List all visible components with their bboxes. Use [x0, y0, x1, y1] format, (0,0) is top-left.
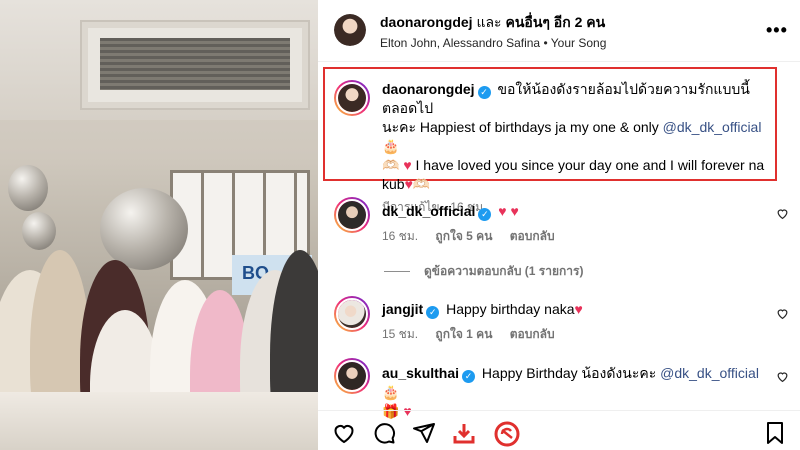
comment-meta: 15 ชม. ถูกใจ 1 คน ตอบกลับ: [382, 325, 762, 344]
view-replies-label: ดูข้อความตอบกลับ (1 รายการ): [424, 264, 584, 278]
share-send-icon[interactable]: [412, 421, 436, 445]
comment-time[interactable]: 16 ชม.: [382, 229, 418, 243]
caption-text-part3: I have loved you since your day one and …: [415, 157, 765, 173]
comment-item: dk_dk_official ✓ ♥ ♥ 16 ชม. ถูกใจ 5 คน ตอ…: [382, 202, 762, 246]
pink-heart-emoji: ♥: [403, 157, 412, 173]
comment-avatar[interactable]: [334, 358, 370, 394]
caption: daonarongdej ✓ ขอให้น้องดังรายล้อมไปด้วยค…: [382, 80, 782, 217]
header-title: daonarongdej และ คนอื่นๆ อีก 2 คน: [380, 12, 605, 34]
like-heart-icon[interactable]: [332, 421, 356, 445]
more-options-icon[interactable]: •••: [766, 20, 787, 40]
comment-meta: 16 ชม. ถูกใจ 5 คน ตอบกลับ: [382, 227, 762, 246]
comment-text: dk_dk_official ✓ ♥ ♥: [382, 202, 762, 221]
reply-button[interactable]: ตอบกลับ: [510, 229, 555, 243]
comment-item: jangjit ✓ Happy birthday naka♥ 15 ชม. ถูก…: [382, 300, 762, 344]
comment-likes[interactable]: ถูกใจ 5 คน: [435, 229, 492, 243]
comment-username[interactable]: au_skulthai: [382, 365, 459, 381]
save-bookmark-icon[interactable]: [764, 421, 788, 445]
pink-heart-emoji: ♥: [574, 301, 583, 317]
verified-badge-icon: ✓: [477, 86, 491, 99]
like-comment-heart-icon[interactable]: [776, 207, 790, 221]
avatar-image: [338, 201, 366, 229]
comment-avatar-inner: [336, 360, 368, 392]
comment-avatar-inner: [336, 199, 368, 231]
comment-username[interactable]: dk_dk_official: [382, 203, 475, 219]
header-and-text: และ: [476, 14, 502, 30]
avatar-image: [338, 84, 366, 112]
post-photo[interactable]: BO-: [0, 0, 318, 450]
comment-likes[interactable]: ถูกใจ 1 คน: [435, 327, 492, 341]
caption-avatar-inner: [336, 82, 368, 114]
caption-text: daonarongdej ✓ ขอให้น้องดังรายล้อมไปด้วยค…: [382, 80, 782, 194]
header-username[interactable]: daonarongdej: [380, 14, 473, 30]
verified-badge-icon: ✓: [462, 370, 476, 383]
view-replies-button[interactable]: ดูข้อความตอบกลับ (1 รายการ): [384, 262, 583, 281]
caption-avatar[interactable]: [334, 80, 370, 116]
birthday-cake-emoji: 🎂: [382, 138, 400, 154]
reply-button[interactable]: ตอบกลับ: [510, 327, 555, 341]
verified-badge-icon: ✓: [426, 306, 440, 319]
heart-hands-emoji: 🫶🏻: [382, 157, 400, 173]
comment-text: jangjit ✓ Happy birthday naka♥: [382, 300, 762, 319]
pink-heart-emoji: ♥: [404, 176, 413, 192]
comment-username[interactable]: jangjit: [382, 301, 423, 317]
birthday-cake-emoji: 🎂: [382, 384, 400, 400]
heart-hands-emoji: 🫶🏻: [412, 176, 431, 192]
avatar-image: [338, 300, 366, 328]
caption-mention[interactable]: @dk_dk_official: [663, 119, 762, 135]
action-bar: [318, 410, 800, 450]
header-music[interactable]: Elton John, Alessandro Safina • Your Son…: [380, 36, 606, 50]
comment-time[interactable]: 15 ชม.: [382, 327, 418, 341]
caption-username[interactable]: daonarongdej: [382, 81, 475, 97]
reshare-circle-icon[interactable]: [494, 421, 520, 447]
comment-body: Happy birthday naka: [446, 301, 575, 317]
avatar-image: [338, 362, 366, 390]
like-comment-heart-icon[interactable]: [776, 370, 790, 384]
comment-avatar[interactable]: [334, 296, 370, 332]
header-others-link[interactable]: คนอื่นๆ อีก 2 คน: [505, 14, 605, 30]
photo-table: [0, 392, 318, 450]
download-icon[interactable]: [452, 421, 476, 445]
post-header: daonarongdej และ คนอื่นๆ อีก 2 คน Elton …: [318, 0, 800, 62]
caption-text-part2: นะคะ Happiest of birthdays ja my one & o…: [382, 119, 659, 135]
avatar-image: [334, 14, 366, 46]
caption-text-part4: kub: [382, 176, 405, 192]
comment-body: Happy Birthday น้องดังนะคะ: [481, 365, 657, 381]
post-detail-panel: daonarongdej และ คนอื่นๆ อีก 2 คน Elton …: [318, 0, 800, 450]
comment-hearts: ♥ ♥: [498, 203, 519, 219]
replies-line: [384, 271, 410, 273]
comment-avatar[interactable]: [334, 197, 370, 233]
photo-balloon: [8, 165, 48, 211]
comment-bubble-icon[interactable]: [372, 421, 396, 445]
header-avatar[interactable]: [334, 14, 366, 46]
comment-mention[interactable]: @dk_dk_official: [660, 365, 759, 381]
like-comment-heart-icon[interactable]: [776, 307, 790, 321]
verified-badge-icon: ✓: [478, 208, 492, 221]
comment-avatar-inner: [336, 298, 368, 330]
photo-ac-grille: [100, 38, 290, 90]
